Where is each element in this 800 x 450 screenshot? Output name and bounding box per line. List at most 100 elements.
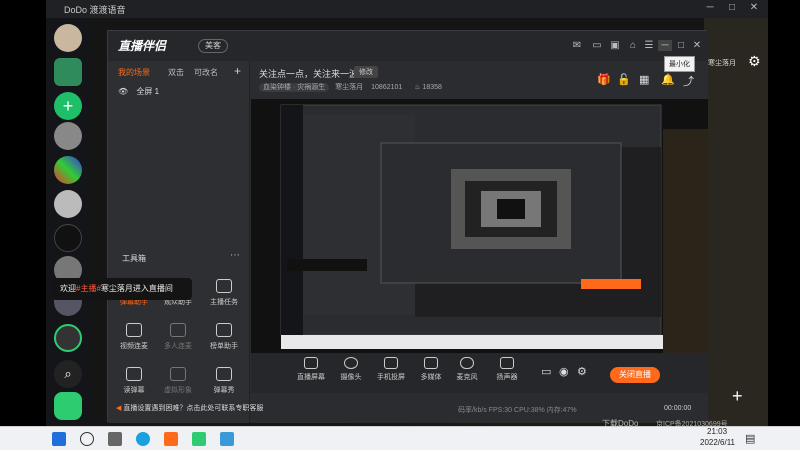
live-assistant-taskbar-icon[interactable]	[164, 432, 178, 446]
message-icon[interactable]: ▭	[590, 40, 604, 51]
scene-item[interactable]: 👁 全屏 1	[118, 86, 159, 97]
screen-source-button[interactable]: 直播屏幕	[291, 357, 331, 382]
notification-icon[interactable]: ▤	[745, 432, 755, 445]
toolbox-title: 工具箱	[122, 254, 146, 263]
edge-icon[interactable]	[136, 432, 150, 446]
close-icon[interactable]: ✕	[690, 40, 704, 51]
dodo-titlebar: DoDo 渡渡语音 ─ □ ✕	[46, 0, 768, 18]
bell-icon[interactable]: 🔔	[661, 73, 675, 86]
live-notice: 关注点一点，关注来一波	[259, 69, 359, 79]
search-icon[interactable]	[80, 432, 94, 446]
screen-icon	[304, 357, 318, 369]
mail-icon[interactable]: ✉	[570, 40, 584, 51]
live-assistant-window: 直播伴侣 美客 ✉ ▭ ▣ ⌂ ☰ ─ □ ✕ 我的场景 双击 可改名 + 👁 …	[107, 30, 708, 423]
add-icon[interactable]: +	[732, 386, 743, 407]
taskbar: ▤	[0, 426, 800, 450]
play-icon	[424, 357, 438, 369]
tool-read-danmu[interactable]: 读弹幕	[112, 367, 156, 395]
phone-cast-button[interactable]: 手机投屏	[371, 357, 411, 382]
read-danmu-icon	[126, 367, 142, 381]
video-link-icon	[126, 323, 142, 337]
close-icon[interactable]: ✕	[746, 2, 762, 13]
version-badge[interactable]: 美客	[198, 39, 228, 53]
task-view-icon[interactable]	[108, 432, 122, 446]
server-icon[interactable]	[54, 190, 82, 218]
app-taskbar-icon[interactable]	[220, 432, 234, 446]
speaker-button[interactable]: 扬声器	[487, 357, 527, 382]
minimize-icon[interactable]: ─	[658, 40, 672, 51]
search-icon[interactable]: ⌕	[54, 360, 82, 388]
lock-icon[interactable]: 🔓	[617, 73, 631, 86]
avatar-icon	[170, 367, 186, 381]
more-icon[interactable]: ⋯	[230, 250, 240, 261]
eye-icon[interactable]: ◉	[559, 365, 569, 378]
tool-task[interactable]: 主播任务	[202, 279, 246, 307]
add-scene-icon[interactable]: +	[234, 64, 241, 78]
danmu-show-icon	[216, 367, 232, 381]
tool-danmu-show[interactable]: 弹幕秀	[202, 367, 246, 395]
phone-icon	[384, 357, 398, 369]
clock-date: 2022/6/11	[700, 438, 735, 447]
help-hint[interactable]: ◀ 直播设置遇到困难？点击此处可联系专职客服	[116, 403, 263, 413]
shirt-icon[interactable]: ⌂	[626, 40, 640, 51]
close-live-button[interactable]: 关闭直播	[610, 367, 660, 383]
avatar[interactable]	[54, 24, 82, 52]
maximize-icon[interactable]: □	[724, 2, 740, 13]
grid-icon[interactable]: ▦	[639, 73, 649, 86]
live-preview	[251, 99, 708, 353]
record-icon[interactable]: ▭	[541, 365, 551, 378]
gift-icon[interactable]: 🎁	[597, 73, 611, 86]
windows-start-icon[interactable]	[52, 432, 66, 446]
preview-canvas	[251, 99, 708, 353]
room-id: 10862101	[371, 84, 403, 91]
server-icon[interactable]	[54, 122, 82, 150]
scene-name: 全屏 1	[136, 87, 160, 96]
task-icon	[216, 279, 232, 293]
share-icon[interactable]: ⤴	[683, 73, 694, 89]
server-rail: + ⌕	[46, 18, 90, 426]
microphone-button[interactable]: 麦克风	[447, 357, 487, 382]
settings-icon[interactable]: ⚙	[577, 365, 587, 378]
multi-link-icon	[170, 323, 186, 337]
live-duration: 00:00:00	[664, 405, 692, 412]
minimize-tooltip: 最小化	[664, 56, 695, 72]
scene-panel: 我的场景 双击 可改名 + 👁 全屏 1 工具箱 ⋯ 弹幕助手 观众助手 主播任…	[108, 61, 250, 423]
app-logo: 直播伴侣	[118, 39, 167, 53]
screen-icon[interactable]: ▣	[608, 40, 622, 51]
eye-icon[interactable]: 👁	[118, 87, 128, 96]
dodo-title: DoDo 渡渡语音	[64, 4, 126, 15]
speaker-icon	[500, 357, 514, 369]
server-icon[interactable]	[54, 156, 82, 184]
tab-double-click[interactable]: 双击	[168, 67, 184, 78]
server-icon[interactable]	[54, 224, 82, 252]
tool-ranking[interactable]: 榜单助手	[202, 323, 246, 351]
dodo-taskbar-icon[interactable]	[192, 432, 206, 446]
clock-time: 21:03	[707, 427, 728, 436]
tool-avatar[interactable]: 虚拟形象	[156, 367, 200, 395]
tool-video-link[interactable]: 视频连麦	[112, 323, 156, 351]
app-header: 直播伴侣 美客 ✉ ▭ ▣ ⌂ ☰ ─ □ ✕	[108, 31, 708, 61]
tool-multi-link[interactable]: 多人连麦	[156, 323, 200, 351]
media-button[interactable]: 多媒体	[411, 357, 451, 382]
stream-stats: 码率/kb/s FPS:30 CPU:38% 内存:47%	[458, 407, 577, 414]
popularity-icon: ♨	[414, 84, 421, 91]
info-icon: ◀	[116, 405, 122, 412]
app-icon[interactable]	[54, 392, 82, 420]
maximize-icon[interactable]: □	[674, 40, 688, 51]
category-badge[interactable]: 血染钟楼 · 灾祸源生	[259, 83, 330, 92]
popularity-count: 18358	[422, 84, 442, 91]
add-server-icon[interactable]: +	[54, 92, 82, 120]
dodo-side-panel: 寒尘落月 ⚙ +	[704, 18, 768, 426]
server-icon[interactable]	[54, 324, 82, 352]
camera-button[interactable]: 摄像头	[331, 357, 371, 382]
tab-my-scenes[interactable]: 我的场景	[118, 67, 150, 78]
camera-icon	[344, 357, 358, 369]
tab-rename[interactable]: 可改名	[194, 67, 218, 78]
minimize-icon[interactable]: ─	[702, 2, 718, 13]
chat-icon[interactable]	[54, 58, 82, 86]
welcome-toast: 欢迎#主播#寒尘落月进入直播间	[52, 278, 192, 300]
streamer-name: 寒尘落月	[335, 84, 364, 91]
modify-button[interactable]: 修改	[354, 66, 378, 78]
settings-icon[interactable]: ⚙	[748, 53, 761, 70]
menu-icon[interactable]: ☰	[642, 40, 656, 51]
